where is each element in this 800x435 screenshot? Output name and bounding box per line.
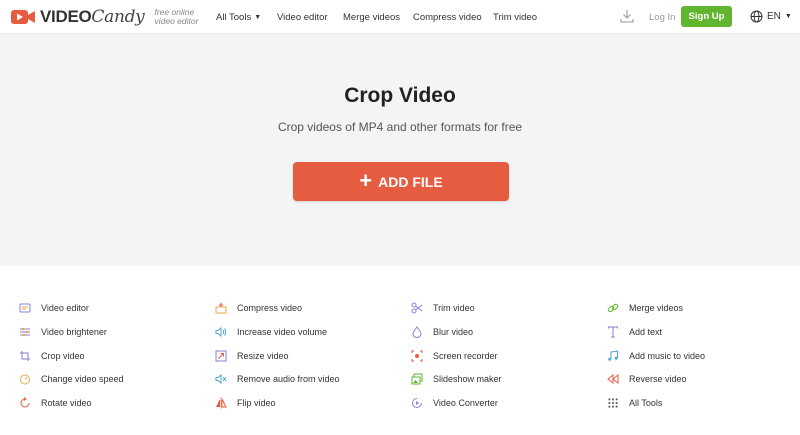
tool-trim-video[interactable]: Trim video (411, 302, 475, 314)
rotate-icon (20, 397, 30, 408)
volume-icon (215, 326, 227, 338)
tool-remove-audio[interactable]: Remove audio from video (215, 373, 340, 385)
add-file-label: ADD FILE (378, 173, 443, 190)
nav-compress-video[interactable]: Compress video (413, 12, 482, 23)
tool-flip-video[interactable]: Flip video (215, 397, 276, 409)
speed-icon (20, 374, 30, 385)
scissors-icon (411, 302, 423, 314)
resize-icon (215, 350, 227, 362)
tools-grid: Video editor Video brightener Crop video… (0, 266, 800, 435)
converter-icon (412, 398, 422, 408)
top-header: VIDEOCandy free online video editor All … (0, 0, 800, 34)
caret-down-icon: ▼ (784, 13, 792, 20)
language-selector[interactable]: EN ▼ (750, 10, 792, 23)
text-icon (608, 326, 618, 338)
tool-add-music[interactable]: Add music to video (607, 350, 705, 362)
tool-screen-recorder[interactable]: Screen recorder (411, 350, 498, 362)
tool-video-editor[interactable]: Video editor (19, 302, 89, 314)
brightener-icon (20, 327, 30, 337)
slideshow-icon (411, 373, 423, 385)
nav-trim-video[interactable]: Trim video (493, 12, 537, 23)
tool-blur-video[interactable]: Blur video (411, 326, 473, 338)
tool-reverse-video[interactable]: Reverse video (607, 373, 687, 385)
tool-resize-video[interactable]: Resize video (215, 350, 289, 362)
tool-video-converter[interactable]: Video Converter (411, 397, 498, 409)
logo[interactable]: VIDEOCandy free online video editor (10, 6, 210, 27)
page-subtitle: Crop videos of MP4 and other formats for… (277, 120, 523, 134)
nav-all-tools[interactable]: All Tools ▼ (216, 12, 261, 23)
plus-icon: + (359, 167, 373, 193)
caret-down-icon: ▼ (254, 14, 262, 21)
nav-video-editor[interactable]: Video editor (277, 12, 328, 23)
logo-text: VIDEOCandy (40, 6, 145, 27)
globe-icon (750, 10, 763, 23)
crop-icon (20, 351, 30, 361)
tool-video-brightener[interactable]: Video brightener (19, 326, 107, 338)
grid-icon (608, 398, 618, 408)
hero-section: Crop Video Crop videos of MP4 and other … (0, 34, 800, 266)
tool-slideshow-maker[interactable]: Slideshow maker (411, 373, 502, 385)
screen-recorder-icon (411, 350, 423, 362)
tool-compress-video[interactable]: Compress video (215, 302, 302, 314)
nav-merge-videos[interactable]: Merge videos (343, 12, 400, 23)
signup-button[interactable]: Sign Up (681, 6, 732, 27)
blur-drop-icon (412, 326, 422, 338)
tool-add-text[interactable]: Add text (607, 326, 662, 338)
add-file-button[interactable]: + ADD FILE (293, 162, 509, 201)
login-link[interactable]: Log In (649, 12, 675, 23)
page-title: Crop Video (344, 84, 456, 107)
compress-icon (215, 302, 227, 314)
merge-icon (607, 303, 619, 313)
tool-crop-video[interactable]: Crop video (19, 350, 85, 362)
tool-rotate-video[interactable]: Rotate video (19, 397, 92, 409)
reverse-icon (607, 373, 619, 385)
video-editor-icon (19, 303, 31, 313)
tool-change-video-speed[interactable]: Change video speed (19, 373, 124, 385)
tool-increase-video-volume[interactable]: Increase video volume (215, 326, 327, 338)
tool-all-tools[interactable]: All Tools (607, 397, 662, 409)
mute-icon (215, 373, 227, 385)
download-icon[interactable] (620, 9, 634, 23)
tool-merge-videos[interactable]: Merge videos (607, 302, 683, 314)
flip-icon (216, 397, 227, 409)
video-camera-logo-icon (11, 9, 35, 24)
logo-tagline: free online video editor (154, 6, 199, 26)
music-icon (608, 350, 618, 361)
